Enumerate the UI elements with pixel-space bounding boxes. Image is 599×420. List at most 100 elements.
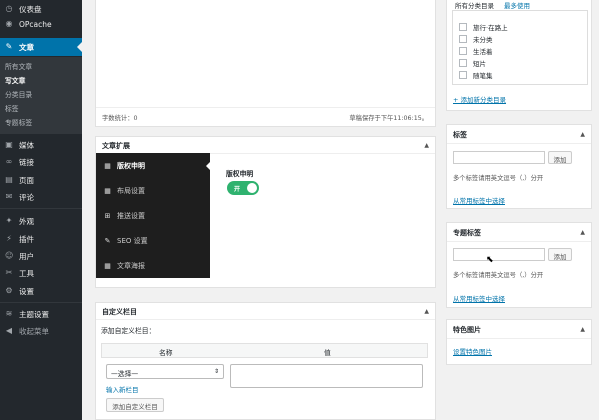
grid-icon: ▦ <box>104 261 111 270</box>
menu-posts[interactable]: ✎ 文章 <box>0 38 82 56</box>
category-checkbox[interactable] <box>459 70 467 79</box>
settings-icon: ⚙ <box>5 286 13 295</box>
appearance-icon: ✦ <box>5 216 13 225</box>
menu-comments[interactable]: ✉ 评论 <box>0 188 82 206</box>
menu-users[interactable]: ☺ 用户 <box>0 247 82 265</box>
column-value-header: 值 <box>324 349 331 357</box>
tab-seo[interactable]: ✎ SEO 设置 <box>96 228 210 253</box>
submenu-write-post[interactable]: 写文章 <box>5 75 25 85</box>
tab-label: 文章海报 <box>117 261 145 270</box>
tab-layout[interactable]: ▦ 布局设置 <box>96 178 210 203</box>
choose-common-topic-tags-link[interactable]: 从常用标签中选择 <box>453 293 505 303</box>
menu-plugins[interactable]: ⚡ 插件 <box>0 230 82 248</box>
menu-label: 页面 <box>19 175 34 185</box>
draft-saved-status: 草稿保存于下午11:06:15。 <box>349 115 428 122</box>
collapse-arrow-icon[interactable]: ▲ <box>424 142 429 149</box>
category-checkbox[interactable] <box>459 58 467 67</box>
submenu-categories[interactable]: 分类目录 <box>5 89 32 99</box>
category-item[interactable]: 短片 <box>459 58 486 68</box>
add-topic-tag-button[interactable]: 添加 <box>548 248 572 261</box>
tab-poster[interactable]: ▦ 文章海报 <box>96 253 210 278</box>
admin-sidebar: ◷ 仪表盘 ◉ OPcache ✎ 文章 所有文章 写文章 分类目录 标签 专题… <box>0 0 82 420</box>
add-new-category-link[interactable]: + 添加新分类目录 <box>453 94 506 104</box>
tab-label: 版权申明 <box>117 161 145 170</box>
category-checkbox[interactable] <box>459 34 467 43</box>
category-checkbox[interactable] <box>459 46 467 55</box>
menu-label: 插件 <box>19 234 34 244</box>
enter-new-field-link[interactable]: 输入新栏目 <box>106 384 139 394</box>
mouse-cursor-icon: ⬉ <box>486 255 494 265</box>
menu-links[interactable]: ∞ 链接 <box>0 153 82 171</box>
menu-label: 工具 <box>19 268 34 278</box>
menu-label: OPcache <box>19 19 52 29</box>
collapse-icon: ◀ <box>5 326 13 335</box>
category-item[interactable]: 未分类 <box>459 34 493 44</box>
toggle-label: 开 <box>234 186 241 193</box>
set-featured-image-link[interactable]: 设置特色图片 <box>453 346 492 356</box>
link-icon: ∞ <box>5 157 13 166</box>
menu-theme-settings[interactable]: ≋ 主题设置 <box>0 305 82 323</box>
tab-label: 推送设置 <box>117 211 145 220</box>
menu-label: 链接 <box>19 157 34 167</box>
menu-label: 收起菜单 <box>19 326 49 336</box>
collapse-arrow-icon[interactable]: ▲ <box>424 308 429 315</box>
menu-separator <box>0 208 82 209</box>
box-divider <box>96 319 435 320</box>
article-extension-title: 文章扩展 <box>102 142 130 150</box>
collapse-arrow-icon[interactable]: ▲ <box>580 326 585 333</box>
menu-settings[interactable]: ⚙ 设置 <box>0 282 82 300</box>
custom-field-key-select[interactable]: —选择— ⇕ <box>106 364 224 379</box>
add-custom-field-button[interactable]: 添加自定义栏目 <box>106 398 164 412</box>
tab-all-categories[interactable]: 所有分类目录 <box>455 0 494 10</box>
media-icon: ▣ <box>5 140 13 149</box>
menu-pages[interactable]: ▤ 页面 <box>0 171 82 189</box>
featured-image-box: 特色图片 ▲ <box>446 319 592 365</box>
grid-icon: ▦ <box>104 186 111 195</box>
category-item[interactable]: 生活着 <box>459 46 493 56</box>
category-tabs: 所有分类目录 最多使用 <box>452 0 588 10</box>
menu-label: 评论 <box>19 192 34 202</box>
menu-appearance[interactable]: ✦ 外观 <box>0 212 82 230</box>
page-icon: ▤ <box>5 175 13 184</box>
collapse-arrow-icon[interactable]: ▲ <box>580 229 585 236</box>
custom-fields-header: 名称 值 <box>101 343 428 358</box>
custom-field-value-textarea[interactable] <box>230 364 423 388</box>
category-item[interactable]: 旅行·在路上 <box>459 22 508 32</box>
tab-copyright[interactable]: ▦ 版权申明 <box>96 153 210 178</box>
tags-hint: 多个标签请用英文逗号（,）分开 <box>453 175 544 182</box>
select-arrows-icon: ⇕ <box>213 368 219 375</box>
add-tag-button[interactable]: 添加 <box>548 151 572 164</box>
category-item[interactable]: 随笔集 <box>459 70 493 80</box>
toggle-knob <box>247 183 257 193</box>
topic-tags-input[interactable] <box>453 248 545 261</box>
submenu-topic-tags[interactable]: 专题标签 <box>5 117 32 127</box>
copyright-toggle[interactable]: 开 <box>227 181 259 195</box>
copyright-field-label: 版权申明 <box>226 170 254 178</box>
menu-media[interactable]: ▣ 媒体 <box>0 136 82 154</box>
custom-fields-title: 自定义栏目 <box>102 308 137 316</box>
tools-icon: ✂ <box>5 268 13 277</box>
tab-push[interactable]: ⊞ 推送设置 <box>96 203 210 228</box>
menu-collapse[interactable]: ◀ 收起菜单 <box>0 322 82 340</box>
category-checklist: 旅行·在路上 未分类 生活着 短片 随笔集 <box>452 10 588 85</box>
tags-title: 标签 <box>453 131 467 139</box>
submenu-tags[interactable]: 标签 <box>5 103 19 113</box>
menu-label: 仪表盘 <box>19 4 42 14</box>
menu-label: 媒体 <box>19 140 34 150</box>
editor-content-area[interactable] <box>96 0 435 107</box>
opcache-icon: ◉ <box>5 19 13 28</box>
category-checkbox[interactable] <box>459 22 467 31</box>
choose-common-tags-link[interactable]: 从常用标签中选择 <box>453 195 505 205</box>
menu-opcache[interactable]: ◉ OPcache <box>0 15 82 33</box>
tab-label: SEO 设置 <box>117 236 148 245</box>
collapse-arrow-icon[interactable]: ▲ <box>580 131 585 138</box>
menu-tools[interactable]: ✂ 工具 <box>0 264 82 282</box>
submenu-all-posts[interactable]: 所有文章 <box>5 61 32 71</box>
pen-icon: ✎ <box>104 236 111 245</box>
tags-input[interactable] <box>453 151 545 164</box>
plugin-icon: ⚡ <box>6 234 12 243</box>
tab-popular-categories[interactable]: 最多使用 <box>504 0 530 10</box>
box-divider <box>447 338 591 339</box>
menu-label: 设置 <box>19 286 34 296</box>
theme-settings-icon: ≋ <box>5 309 13 318</box>
